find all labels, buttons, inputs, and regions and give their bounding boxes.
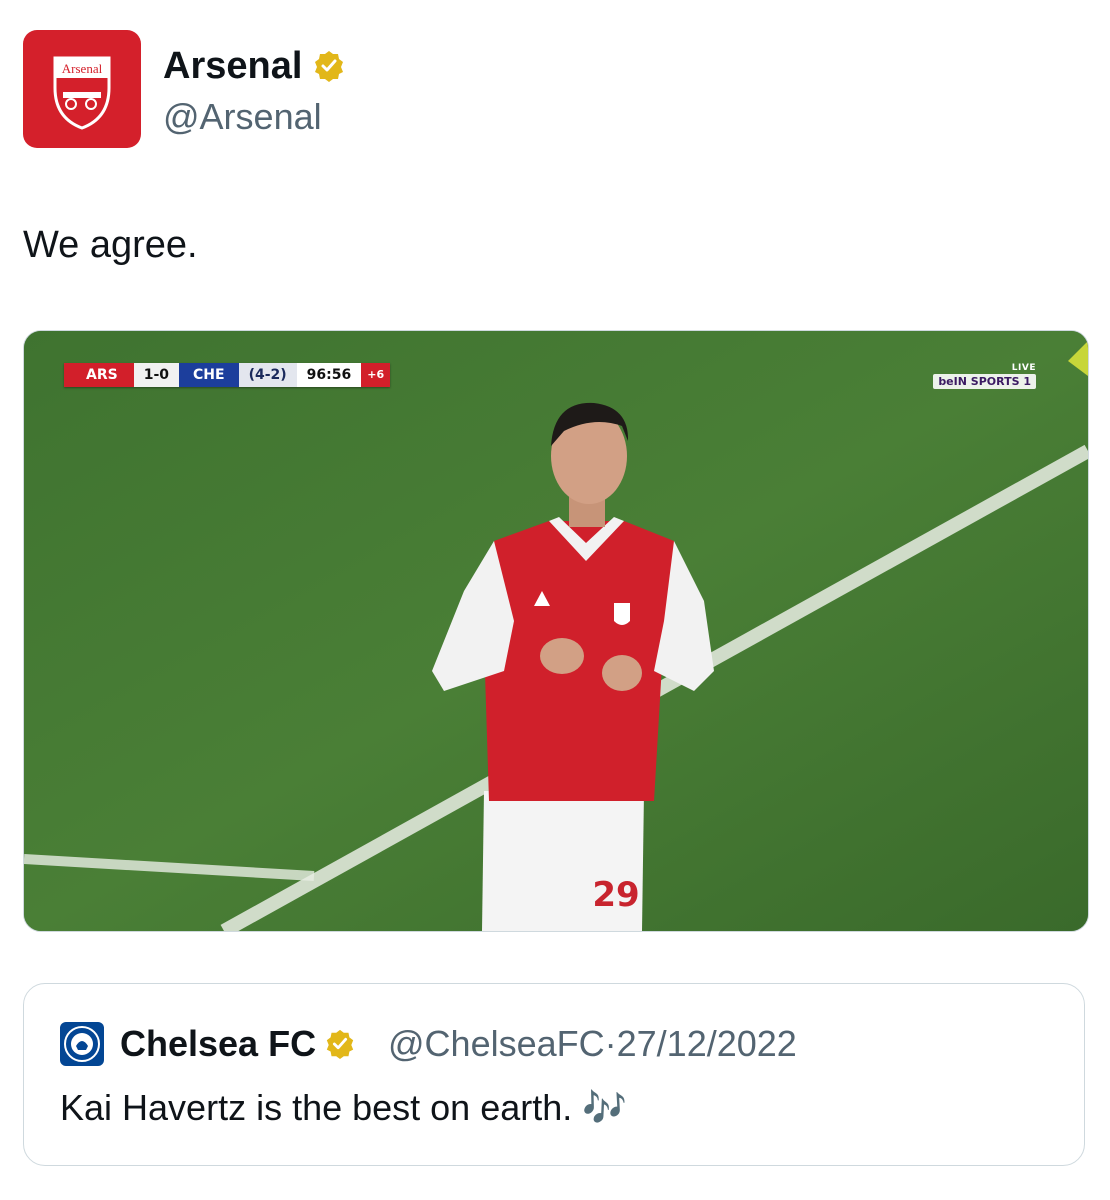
verified-badge-icon[interactable] (312, 49, 346, 83)
quoted-tweet[interactable]: Chelsea FC @ChelseaFC·27/12/2022 Kai Hav… (23, 983, 1085, 1166)
scorebug-away-team: CHE (179, 363, 239, 387)
quoted-author-meta: @ChelseaFC·27/12/2022 (388, 1022, 797, 1066)
scorebug-clock: 96:56 (296, 363, 362, 387)
pitch-photo: 29 (24, 331, 1088, 931)
tweet-text: We agree. (23, 224, 198, 266)
quoted-tweet-date[interactable]: 27/12/2022 (617, 1023, 797, 1064)
chelsea-crest-icon (64, 1026, 100, 1062)
scorebug: ARS 1-0 CHE (4-2) 96:56 +6 (64, 363, 391, 387)
meta-separator: · (604, 1023, 617, 1064)
chelsea-avatar[interactable] (60, 1022, 104, 1066)
verified-badge-icon[interactable] (324, 1028, 356, 1060)
avatar-crest-text: Arsenal (62, 61, 103, 76)
arsenal-crest-icon: Arsenal (53, 56, 111, 130)
arsenal-avatar[interactable]: Arsenal (23, 30, 141, 148)
scorebug-added-time: +6 (361, 363, 391, 387)
author-name[interactable]: Arsenal (163, 44, 346, 88)
scorebug-home-team: ARS (64, 363, 134, 387)
scorebug-score: 1-0 (133, 363, 179, 387)
tweet-media-image[interactable]: 29 ARS 1-0 CHE (4-2) 96:56 +6 LIVE beIN … (23, 330, 1089, 932)
quoted-author-handle[interactable]: @ChelseaFC (388, 1023, 605, 1064)
quoted-tweet-text: Kai Havertz is the best on earth. (60, 1087, 573, 1128)
author-handle[interactable]: @Arsenal (163, 96, 322, 138)
quoted-tweet-text-line: Kai Havertz is the best on earth. 🎶 (60, 1086, 627, 1130)
quoted-author-name-text[interactable]: Chelsea FC (120, 1022, 316, 1066)
quoted-author-name[interactable]: Chelsea FC (120, 1022, 356, 1066)
channel-name: beIN SPORTS 1 (933, 374, 1036, 389)
scorebug-aggregate: (4-2) (238, 363, 297, 387)
broadcaster-logo: LIVE beIN SPORTS 1 (933, 363, 1036, 389)
live-indicator: LIVE (1011, 363, 1036, 373)
author-name-text[interactable]: Arsenal (163, 44, 302, 88)
music-notes-emoji: 🎶 (582, 1087, 628, 1128)
shirt-number: 29 (592, 875, 639, 915)
